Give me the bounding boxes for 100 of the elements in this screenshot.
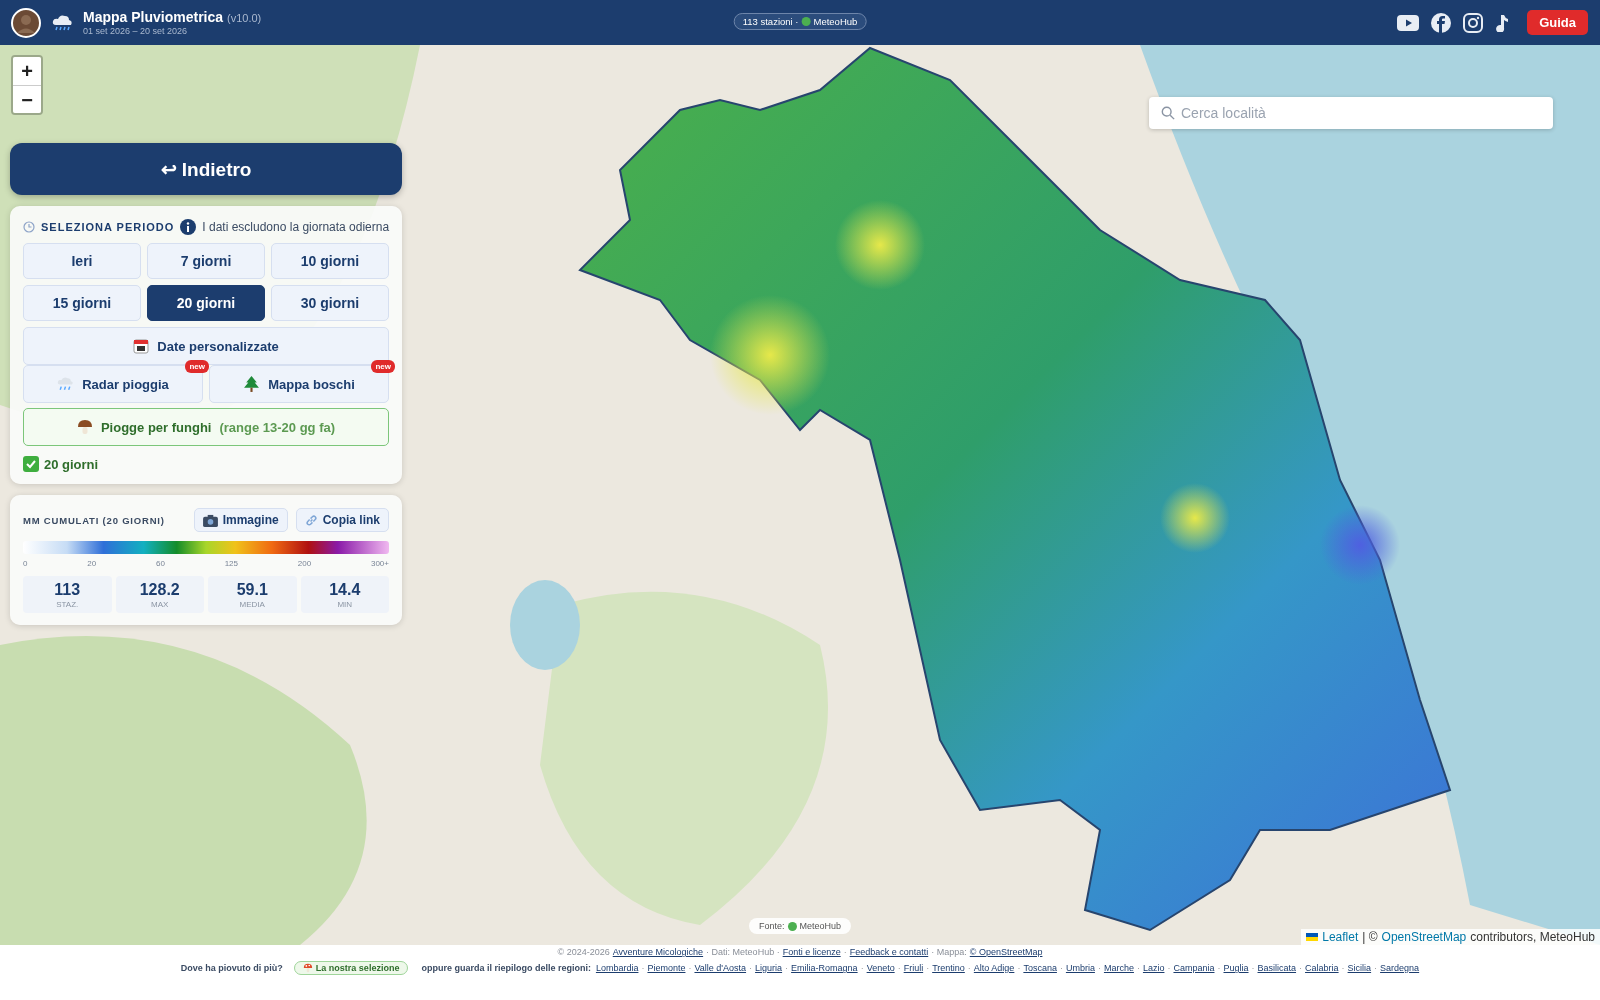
back-button[interactable]: ↩ Indietro <box>10 143 402 195</box>
region-link[interactable]: Umbria <box>1065 963 1095 973</box>
zoom-in-button[interactable]: + <box>13 57 41 85</box>
calendar-icon <box>133 338 150 354</box>
separator-dot: · <box>1251 963 1255 973</box>
attribution-text: | © <box>1362 930 1378 944</box>
facebook-icon[interactable] <box>1431 12 1452 33</box>
source-name: MeteoHub <box>813 16 858 27</box>
separator-dot: · <box>1059 963 1063 973</box>
region-link[interactable]: Calabria <box>1305 963 1339 973</box>
scale-tick: 200 <box>297 559 312 568</box>
check-icon <box>23 456 39 472</box>
region-link[interactable]: Valle d'Aosta <box>694 963 747 973</box>
region-link[interactable]: Veneto <box>866 963 895 973</box>
separator-dot: · <box>785 963 789 973</box>
separator-dot: · <box>1341 963 1345 973</box>
copy-link-button[interactable]: Copia link <box>295 508 389 532</box>
flag-icon <box>1306 933 1319 941</box>
rain-cloud-icon <box>57 375 75 393</box>
clock-icon <box>23 221 35 233</box>
region-link[interactable]: Liguria <box>755 963 783 973</box>
region-link[interactable]: Sardegna <box>1380 963 1420 973</box>
period-option[interactable]: Ieri <box>23 243 141 279</box>
separator-dot: · <box>860 963 864 973</box>
date-range: 01 set 2026 – 20 set 2026 <box>83 26 189 36</box>
period-option[interactable]: 15 giorni <box>23 285 141 321</box>
new-badge: new <box>371 360 395 373</box>
stat-value: 128.2 <box>139 581 180 599</box>
zoom-out-button[interactable]: − <box>13 85 41 113</box>
separator-dot: · <box>1374 963 1378 973</box>
separator-dot: · <box>1136 963 1140 973</box>
instagram-icon[interactable] <box>1463 12 1484 33</box>
app-title: Mappa Pluviometrica <box>83 9 224 25</box>
separator-dot: · <box>749 963 753 973</box>
region-link[interactable]: Alto Adige <box>973 963 1015 973</box>
map-note: · Mappa: <box>931 947 967 957</box>
stat-label: MIN <box>337 600 353 609</box>
separator-dot: · <box>688 963 692 973</box>
separator-dot: · <box>641 963 645 973</box>
site-link[interactable]: Avventure Micologiche <box>612 947 704 957</box>
region-link[interactable]: Emilia-Romagna <box>791 963 858 973</box>
question-text: Dove ha piovuto di più? <box>180 963 283 973</box>
region-link[interactable]: Friuli <box>903 963 924 973</box>
search-field[interactable]: Cerca località <box>1149 97 1553 129</box>
attribution-text: contributors, MeteoHub <box>1470 930 1595 944</box>
info-icon <box>180 219 197 235</box>
osm-link[interactable]: © OpenStreetMap <box>969 947 1043 957</box>
leaflet-link[interactable]: Leaflet <box>1322 930 1359 944</box>
region-link[interactable]: Marche <box>1103 963 1134 973</box>
region-link[interactable]: Sicilia <box>1347 963 1372 973</box>
legend-title: MM CUMULATI (20 GIORNI) <box>23 514 165 526</box>
separator-dot: · <box>1167 963 1171 973</box>
separator-dot: · <box>897 963 901 973</box>
guide-button[interactable]: Guida <box>1527 10 1588 35</box>
search-icon <box>1161 106 1175 120</box>
data-note: · Dati: MeteoHub · <box>706 947 780 957</box>
rain-cloud-icon <box>51 12 73 33</box>
region-link[interactable]: Campania <box>1173 963 1215 973</box>
region-link[interactable]: Lombardia <box>595 963 639 973</box>
copyright-text: © 2024-2026 <box>557 947 610 957</box>
stat-value: 59.1 <box>236 581 268 599</box>
region-link[interactable]: Trentino <box>932 963 965 973</box>
image-button[interactable]: Immagine <box>193 508 288 532</box>
link-icon <box>304 513 318 527</box>
tree-icon <box>243 375 261 393</box>
separator-dot: · <box>843 947 847 957</box>
avatar-icon <box>11 7 41 38</box>
region-link[interactable]: Toscana <box>1023 963 1057 973</box>
source-name: MeteoHub <box>799 921 841 931</box>
stat-label: MAX <box>151 600 169 609</box>
camera-icon <box>202 513 218 527</box>
region-link[interactable]: Lazio <box>1142 963 1165 973</box>
new-badge: new <box>185 360 209 373</box>
music-note-icon[interactable] <box>1495 13 1510 32</box>
separator-dot: · <box>1017 963 1021 973</box>
footer-link[interactable]: Feedback e contatti <box>849 947 929 957</box>
selection-button[interactable]: La nostra selezione <box>293 961 409 975</box>
separator-dot: · <box>1217 963 1221 973</box>
stat-value: 14.4 <box>329 581 361 599</box>
selected-period: 20 giorni <box>44 456 99 472</box>
scale-tick: 0 <box>23 559 28 568</box>
scale-tick: 125 <box>224 559 238 568</box>
osm-link[interactable]: OpenStreetMap <box>1381 930 1467 944</box>
period-option[interactable]: 20 giorni <box>147 285 265 321</box>
region-link[interactable]: Piemonte <box>647 963 686 973</box>
period-option[interactable]: 30 giorni <box>271 285 389 321</box>
period-option[interactable]: 7 giorni <box>147 243 265 279</box>
youtube-icon[interactable] <box>1397 14 1420 31</box>
custom-dates-button[interactable]: Date personalizzate <box>23 327 389 365</box>
section-title: SELEZIONA PERIODO <box>41 221 175 233</box>
stat-label: STAZ. <box>56 600 79 609</box>
separator-dot: · <box>967 963 971 973</box>
region-link[interactable]: Puglia <box>1223 963 1249 973</box>
period-option[interactable]: 10 giorni <box>271 243 389 279</box>
footer-link[interactable]: Fonti e licenze <box>782 947 841 957</box>
source-label: Fonte: <box>759 921 785 931</box>
region-link[interactable]: Basilicata <box>1257 963 1297 973</box>
info-note: I dati escludono la giornata odierna <box>202 220 390 234</box>
mushroom-rain-button[interactable]: Piogge per funghi (range 13-20 gg fa) <box>23 408 389 446</box>
mushroom-icon <box>302 963 313 973</box>
